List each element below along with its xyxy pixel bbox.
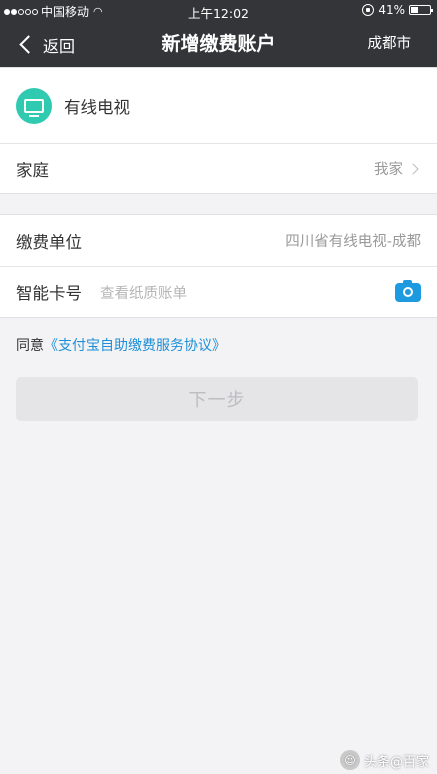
next-step-button[interactable]: 下一步 [16, 377, 418, 421]
payee-value: 四川省有线电视-成都 [285, 234, 421, 250]
navigation-bar: 返回 新增缴费账户 成都市 [0, 22, 437, 67]
orientation-lock-icon [362, 4, 375, 16]
chevron-right-icon [407, 162, 419, 175]
battery-percent: 41% [378, 3, 405, 17]
group-row[interactable]: 家庭 我家 [0, 143, 437, 193]
battery-icon [409, 5, 433, 15]
payment-info-section: 缴费单位 四川省有线电视-成都 智能卡号 查看纸质账单 [0, 214, 437, 318]
agreement-link[interactable]: 《支付宝自助缴费服务协议》 [44, 338, 226, 354]
account-type-section: 有线电视 家庭 我家 [0, 67, 437, 194]
agreement-prefix: 同意 [16, 338, 44, 354]
tv-icon [16, 87, 52, 124]
card-number-label: 智能卡号 [16, 284, 82, 303]
category-row: 有线电视 [0, 68, 437, 143]
watermark-text: 头条@百家 [363, 754, 429, 770]
card-number-row: 智能卡号 查看纸质账单 [0, 266, 437, 317]
camera-icon[interactable] [395, 279, 421, 302]
group-value: 我家 [374, 162, 403, 178]
watermark-logo-icon: ☺ [339, 750, 360, 770]
status-bar: 中国移动 ◠ 上午12:02 41% [0, 0, 437, 22]
agreement-text: 同意《支付宝自助缴费服务协议》 [16, 335, 226, 355]
payee-row[interactable]: 缴费单位 四川省有线电视-成都 [0, 215, 437, 266]
card-number-input[interactable]: 查看纸质账单 [100, 282, 187, 303]
group-label: 家庭 [16, 160, 49, 180]
city-selector[interactable]: 成都市 [368, 22, 412, 67]
battery-fill [411, 7, 418, 13]
status-right: 41% [362, 3, 433, 17]
category-label: 有线电视 [64, 97, 130, 117]
watermark: ☺ 头条@百家 [339, 750, 429, 770]
payee-label: 缴费单位 [16, 232, 82, 252]
